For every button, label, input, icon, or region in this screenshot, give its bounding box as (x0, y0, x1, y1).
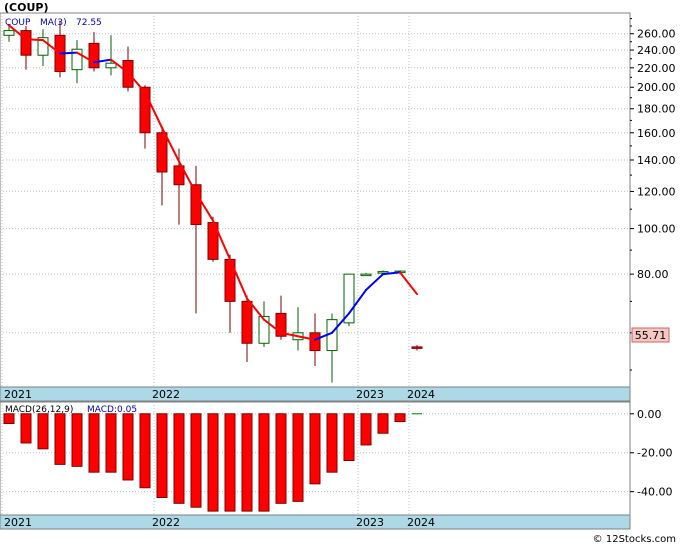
macd-bar (20, 413, 32, 444)
stock-chart: 60.0080.00100.00120.00140.00160.00180.00… (0, 1, 676, 545)
ma-segment (25, 38, 44, 42)
macd-y-tick-label: -40.00 (637, 486, 672, 499)
price-y-tick-label: 260.00 (637, 28, 676, 41)
price-x-tick-label: 2024 (407, 388, 435, 401)
macd-bar (343, 413, 355, 461)
candle-body (411, 346, 423, 349)
ma-value: 72.55 (76, 18, 102, 28)
macd-bar (173, 413, 185, 504)
candle-body (343, 273, 355, 324)
candle-body (156, 132, 168, 173)
candle-body (20, 30, 32, 56)
price-y-tick-label: 180.00 (637, 103, 676, 116)
price-y-tick-label: 120.00 (637, 185, 676, 198)
macd-bar (377, 413, 389, 434)
candle (207, 216, 219, 262)
price-y-tick-label: 80.00 (637, 268, 669, 281)
macd-x-tick-label: 2021 (4, 516, 32, 529)
price-y-tick-label: 140.00 (637, 154, 676, 167)
macd-y-tick-label: -20.00 (637, 447, 672, 460)
price-y-tick-label: 240.00 (637, 44, 676, 57)
macd-bar (224, 413, 236, 512)
macd-bar (309, 413, 321, 485)
macd-bar (156, 413, 168, 498)
macd-y-tick-label: 0.00 (637, 408, 662, 421)
macd-bar (190, 413, 202, 508)
price-y-tick-label: 160.00 (637, 127, 676, 140)
candle-body (88, 42, 100, 69)
macd-bar (360, 413, 372, 446)
candle-body (3, 30, 15, 36)
candle-body (241, 300, 253, 344)
macd-bar (326, 413, 338, 473)
price-y-tick-label: 100.00 (637, 223, 676, 236)
candle-body (309, 332, 321, 352)
macd-y-axis: 0.00 -20.00 -40.00 (630, 408, 672, 499)
ticker-label: COUP (5, 18, 31, 28)
price-x-tick-label: 2021 (4, 388, 32, 401)
macd-x-tick-label: 2023 (356, 516, 384, 529)
candle-body (190, 184, 202, 226)
macd-bar (292, 413, 304, 502)
price-x-axis-strip (0, 386, 631, 402)
macd-bar (71, 413, 83, 467)
macd-bar (275, 413, 287, 504)
macd-x-tick-label: 2024 (407, 516, 435, 529)
macd-bar (105, 413, 117, 473)
macd-bar (88, 413, 100, 473)
price-y-axis: 60.0080.00100.00120.00140.00160.00180.00… (630, 18, 676, 371)
ma-segment (59, 51, 78, 55)
macd-bar (37, 413, 49, 450)
macd-label: MACD(26,12,9) (5, 405, 73, 415)
macd-bar (139, 413, 151, 489)
candle-body (105, 62, 117, 69)
chart-title: (COUP) (4, 1, 48, 14)
macd-bar (258, 413, 270, 512)
last-price-label: 55.71 (635, 329, 667, 342)
watermark: © 12Stocks.com (593, 534, 676, 545)
price-x-tick-label: 2023 (356, 388, 384, 401)
macd-x-tick-label: 2022 (152, 516, 180, 529)
macd-bar (207, 413, 219, 512)
candle-body (360, 273, 372, 277)
macd-value-label: MACD:0.05 (87, 405, 137, 415)
macd-bar (54, 413, 66, 465)
macd-bar (241, 413, 253, 512)
macd-bar (3, 413, 15, 425)
ma-label: MA(3) (40, 18, 67, 28)
price-y-tick-label: 200.00 (637, 81, 676, 94)
macd-x-axis-strip (0, 514, 631, 530)
macd-bar (394, 413, 406, 423)
price-y-tick-label: 220.00 (637, 62, 676, 75)
price-x-tick-label: 2022 (152, 388, 180, 401)
macd-bar (122, 413, 134, 481)
